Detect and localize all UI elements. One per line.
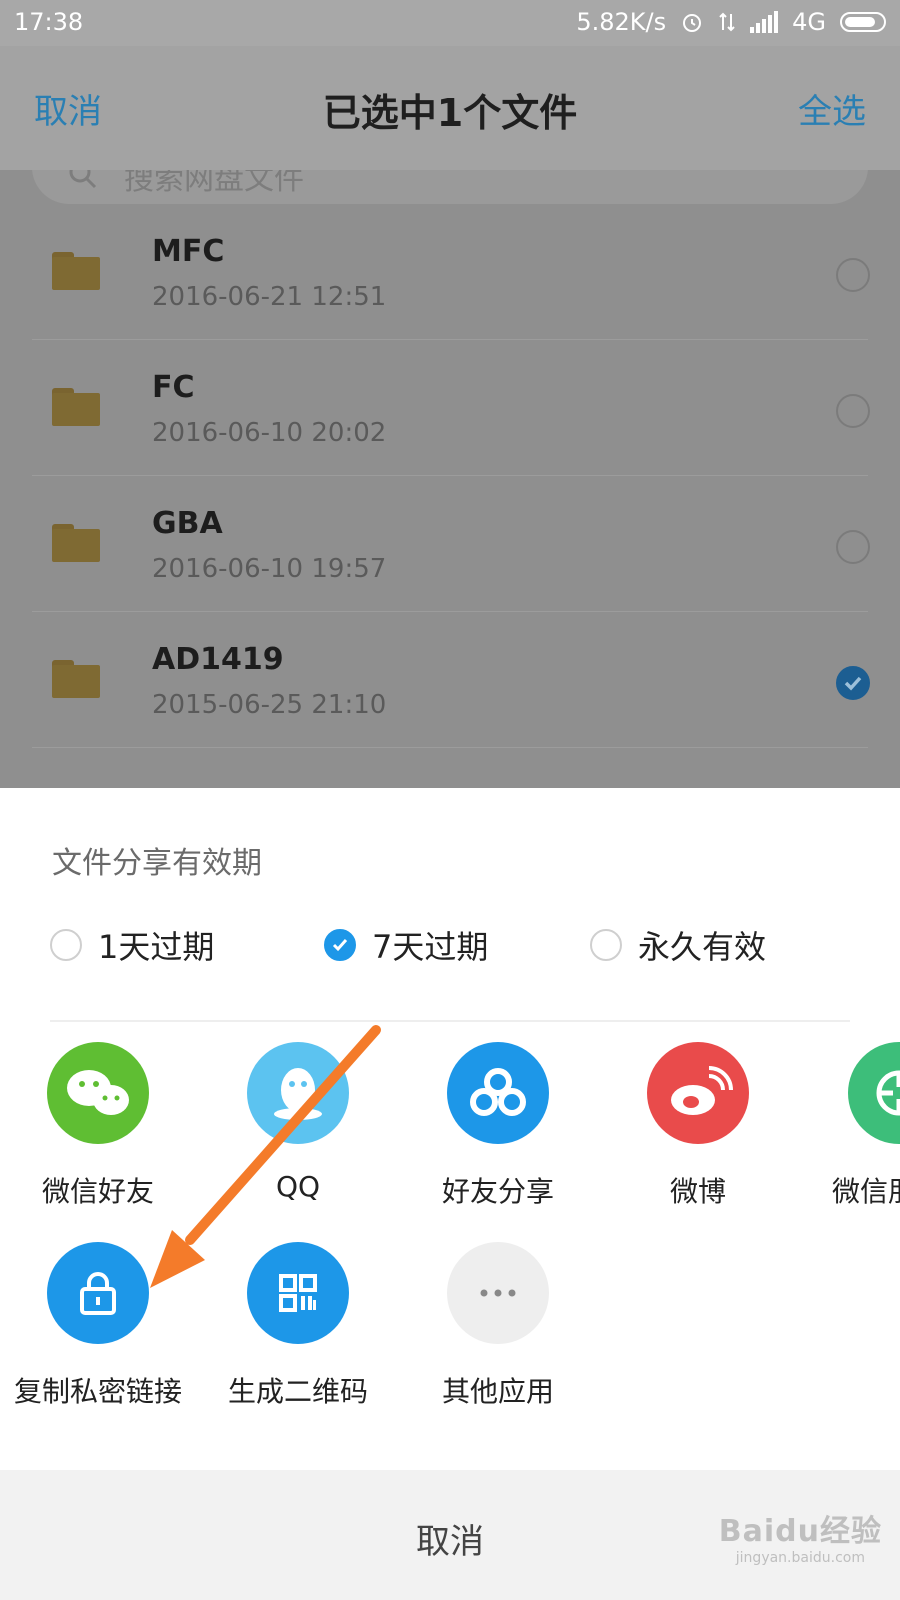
validity-option-permanent[interactable]: 永久有效	[590, 922, 766, 968]
folder-icon	[52, 388, 100, 426]
file-name: MFC	[152, 234, 225, 269]
share-wechat-button[interactable]: 微信好友	[3, 1042, 193, 1210]
sheet-divider	[50, 1020, 850, 1022]
file-date: 2016-06-21 12:51	[152, 282, 387, 312]
more-icon	[447, 1242, 549, 1344]
signal-icon	[750, 11, 779, 33]
file-checkbox[interactable]	[836, 258, 870, 292]
other-apps-button[interactable]: 其他应用	[403, 1242, 593, 1410]
share-app-label: 好友分享	[441, 1175, 554, 1208]
folder-icon	[52, 252, 100, 290]
share-app-label: QQ	[275, 1170, 321, 1203]
share-moments-button[interactable]: 微信朋友圈	[800, 1042, 900, 1210]
folder-icon	[52, 660, 100, 698]
share-app-label: 微博	[669, 1175, 726, 1208]
network-speed: 5.82K/s	[576, 8, 667, 36]
share-sheet: 文件分享有效期 1天过期 7天过期 永久有效 微信好友 QQ 好友分享 微博 微…	[0, 788, 900, 1470]
folder-icon	[52, 524, 100, 562]
file-checkbox[interactable]	[836, 530, 870, 564]
validity-option-label: 1天过期	[98, 928, 215, 966]
share-app-label: 生成二维码	[227, 1375, 368, 1408]
watermark-url: jingyan.baidu.com	[735, 1550, 865, 1566]
radio-checked-icon	[324, 929, 356, 961]
alarm-icon	[680, 10, 704, 34]
watermark-brand: Baidu经验	[718, 1514, 882, 1549]
copy-private-link-button[interactable]: 复制私密链接	[3, 1242, 193, 1410]
validity-option-label: 永久有效	[638, 928, 767, 966]
network-type: 4G	[792, 8, 826, 36]
file-row[interactable]: AD1419 2015-06-25 21:10	[0, 612, 900, 748]
share-qq-button[interactable]: QQ	[203, 1042, 393, 1203]
baidu-watermark: Baidu经验 jingyan.baidu.com	[719, 1506, 882, 1566]
row-divider	[32, 747, 868, 748]
generate-qr-button[interactable]: 生成二维码	[203, 1242, 393, 1410]
share-app-label: 微信朋友圈	[832, 1175, 900, 1208]
share-app-label: 其他应用	[441, 1375, 554, 1408]
file-name: GBA	[152, 506, 223, 541]
weibo-icon	[647, 1042, 749, 1144]
share-app-label: 微信好友	[41, 1175, 154, 1208]
status-time: 17:38	[14, 8, 84, 36]
qq-icon	[247, 1042, 349, 1144]
validity-title: 文件分享有效期	[52, 846, 262, 881]
file-row[interactable]: MFC 2016-06-21 12:51	[0, 204, 900, 340]
lock-icon	[47, 1242, 149, 1344]
file-row[interactable]: FC 2016-06-10 20:02	[0, 340, 900, 476]
radio-unchecked-icon	[50, 929, 82, 961]
share-weibo-button[interactable]: 微博	[603, 1042, 793, 1210]
file-checkbox[interactable]	[836, 394, 870, 428]
baidu-cloud-icon	[447, 1042, 549, 1144]
file-date: 2015-06-25 21:10	[152, 690, 387, 720]
validity-option-7day[interactable]: 7天过期	[324, 922, 488, 968]
file-row[interactable]: GBA 2016-06-10 19:57	[0, 476, 900, 612]
select-all-button[interactable]: 全选	[798, 84, 866, 133]
checkmark-icon	[844, 676, 862, 691]
file-name: FC	[152, 370, 195, 405]
share-friends-button[interactable]: 好友分享	[403, 1042, 593, 1210]
file-date: 2016-06-10 20:02	[152, 418, 387, 448]
search-placeholder: 搜索网盘文件	[124, 170, 304, 197]
file-list: 搜索网盘文件 MFC 2016-06-21 12:51 FC 2016-06-1…	[0, 170, 900, 788]
status-bar: 17:38 5.82K/s 4G	[0, 0, 900, 46]
wechat-icon	[47, 1042, 149, 1144]
validity-option-label: 7天过期	[372, 928, 489, 966]
moments-icon	[848, 1042, 900, 1144]
file-checkbox-checked[interactable]	[836, 666, 870, 700]
page-title: 已选中1个文件	[322, 91, 578, 135]
file-date: 2016-06-10 19:57	[152, 554, 387, 584]
validity-option-1day[interactable]: 1天过期	[50, 922, 214, 968]
file-name: AD1419	[152, 642, 284, 677]
qr-code-icon	[247, 1242, 349, 1344]
search-bar[interactable]: 搜索网盘文件	[32, 170, 868, 204]
data-transfer-icon	[718, 10, 736, 34]
share-app-label: 复制私密链接	[13, 1375, 182, 1408]
top-bar: 取消 已选中1个文件 全选	[0, 46, 900, 170]
sheet-cancel-bar[interactable]: 取消 Baidu经验 jingyan.baidu.com	[0, 1470, 900, 1600]
radio-unchecked-icon	[590, 929, 622, 961]
battery-icon	[840, 12, 886, 32]
search-icon	[68, 170, 98, 194]
